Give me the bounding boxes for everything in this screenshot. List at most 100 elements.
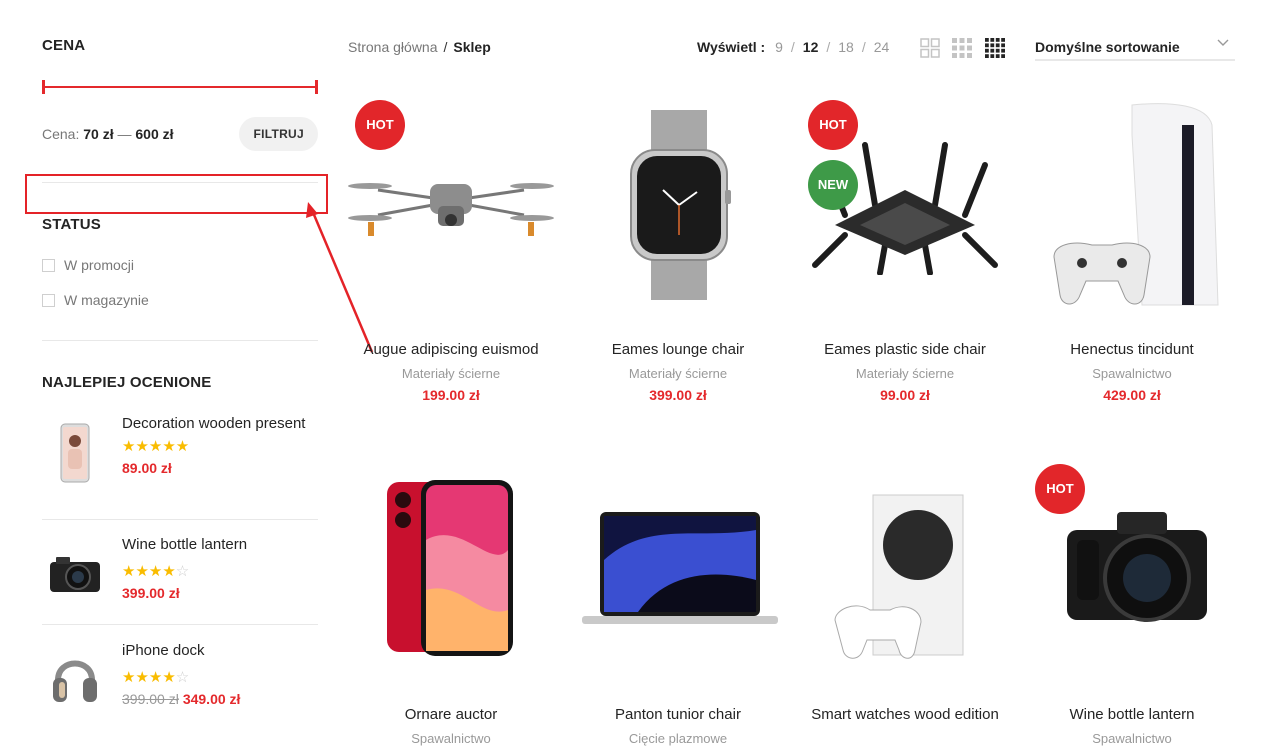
status-option-on-sale[interactable]: W promocji — [42, 257, 134, 273]
product-name[interactable]: Wine bottle lantern — [1027, 705, 1237, 725]
top-rated-item: Wine bottle lantern ★★★★☆ 399.00 zł — [42, 535, 318, 615]
top-rated-price: 399.00 zł 349.00 zł — [122, 691, 312, 707]
product-price: 99.00 zł — [880, 387, 930, 403]
rating-stars: ★★★★☆ — [122, 563, 190, 580]
status-option-in-stock[interactable]: W magazynie — [42, 292, 149, 308]
product-card[interactable]: HOT Wine bottle lantern Spawalnictwo — [1027, 455, 1237, 746]
price-label: Cena: — [42, 126, 80, 142]
checkbox[interactable] — [42, 293, 55, 307]
per-page-option[interactable]: 9 — [775, 39, 783, 55]
breadcrumb-current: Sklep — [453, 39, 491, 55]
product-category[interactable]: Spawalnictwo — [1027, 731, 1237, 746]
product-card[interactable]: Eames lounge chair Materiały ścierne 399… — [573, 90, 783, 403]
camera-icon[interactable]: HOT — [1027, 455, 1237, 685]
top-rated-price: 399.00 zł — [122, 585, 180, 601]
product-name[interactable]: Eames plastic side chair — [800, 340, 1010, 360]
chevron-down-icon — [1217, 39, 1229, 46]
drone-icon[interactable]: HOT — [346, 90, 556, 320]
sort-select[interactable]: Domyślne sortowanie — [1035, 34, 1235, 61]
product-category[interactable]: Spawalnictwo — [346, 731, 556, 746]
checkbox[interactable] — [42, 258, 55, 272]
per-page-option-active[interactable]: 12 — [803, 39, 819, 55]
product-price: 399.00 zł — [649, 387, 707, 403]
top-rated-info: iPhone dock ★★★★☆ 399.00 zł 349.00 zł — [122, 641, 312, 707]
price-slider-track — [42, 86, 318, 88]
per-page-option[interactable]: 18 — [838, 39, 854, 55]
old-price: 399.00 zł — [122, 691, 179, 707]
filter-button[interactable]: FILTRUJ — [239, 117, 318, 151]
product-name[interactable]: Eames lounge chair — [573, 340, 783, 360]
laptop-icon[interactable] — [573, 455, 783, 685]
top-rated-name[interactable]: iPhone dock — [122, 641, 312, 661]
price-range-text: Cena: 70 zł — 600 zł — [42, 126, 174, 142]
price-slider-min-handle[interactable] — [42, 80, 45, 94]
grid-4-icon[interactable] — [984, 38, 1006, 58]
product-card[interactable]: HOT Augue adipiscing euismod Materiały ś… — [346, 90, 556, 403]
top-rated-info: Wine bottle lantern ★★★★☆ 399.00 zł — [122, 535, 312, 601]
smartwatch-icon[interactable] — [573, 90, 783, 320]
product-price: 199.00 zł — [422, 387, 480, 403]
top-rated-item: iPhone dock ★★★★☆ 399.00 zł 349.00 zł — [42, 641, 318, 721]
hot-badge: HOT — [1035, 464, 1085, 514]
console-icon[interactable] — [800, 455, 1010, 685]
product-card[interactable]: Ornare auctor Spawalnictwo — [346, 455, 556, 746]
product-category[interactable]: Materiały ścierne — [800, 366, 1010, 381]
top-rated-name[interactable]: Decoration wooden present — [122, 414, 312, 434]
top-rated-info: Decoration wooden present ★★★★★ 89.00 zł — [122, 414, 312, 476]
product-name[interactable]: Augue adipiscing euismod — [346, 340, 556, 360]
status-option-label: W promocji — [64, 257, 135, 273]
new-badge: NEW — [808, 160, 858, 210]
product-category[interactable]: Spawalnictwo — [1027, 366, 1237, 381]
product-name[interactable]: Henectus tincidunt — [1027, 340, 1237, 360]
grid-3-icon[interactable] — [952, 38, 972, 58]
phone-icon[interactable] — [346, 455, 556, 685]
divider — [42, 519, 318, 520]
breadcrumb-home[interactable]: Strona główna — [348, 39, 438, 55]
hot-badge: HOT — [808, 100, 858, 150]
per-page-option[interactable]: 24 — [874, 39, 890, 55]
annotation-highlight-box — [25, 174, 328, 214]
status-filter-title: STATUS — [42, 216, 101, 233]
price-slider[interactable] — [42, 80, 318, 94]
product-category[interactable]: Materiały ścierne — [573, 366, 783, 381]
product-category[interactable]: Cięcie plazmowe — [573, 731, 783, 746]
sort-select-value: Domyślne sortowanie — [1035, 39, 1180, 55]
console-icon[interactable] — [1027, 90, 1237, 320]
per-page-label: Wyświetl : — [697, 39, 766, 55]
sale-price: 349.00 zł — [182, 691, 241, 707]
phone-icon[interactable] — [42, 420, 108, 486]
product-name[interactable]: Panton tunior chair — [573, 705, 783, 725]
grid-2-icon[interactable] — [920, 38, 940, 58]
breadcrumb-separator: / — [443, 39, 448, 55]
breadcrumb: Strona główna / Sklep — [348, 39, 491, 55]
product-name[interactable]: Ornare auctor — [346, 705, 556, 725]
product-price: 429.00 zł — [1103, 387, 1161, 403]
price-filter-title: CENA — [42, 37, 86, 54]
camera-icon[interactable] — [42, 541, 108, 607]
product-card[interactable]: Panton tunior chair Cięcie plazmowe — [573, 455, 783, 746]
status-option-label: W magazynie — [64, 292, 149, 308]
rating-stars: ★★★★★ — [122, 438, 190, 455]
divider — [42, 340, 318, 341]
per-page-selector: Wyświetl : 9/12/18/24 — [697, 39, 890, 55]
top-rated-title: NAJLEPIEJ OCENIONE — [42, 374, 212, 391]
top-rated-price: 89.00 zł — [122, 460, 172, 476]
rating-stars: ★★★★☆ — [122, 669, 190, 686]
top-rated-name[interactable]: Wine bottle lantern — [122, 535, 312, 555]
price-slider-max-handle[interactable] — [315, 80, 318, 94]
top-rated-item: Decoration wooden present ★★★★★ 89.00 zł — [42, 414, 318, 514]
product-category[interactable]: Materiały ścierne — [346, 366, 556, 381]
product-card[interactable]: Smart watches wood edition — [800, 455, 1010, 725]
headphones-icon[interactable] — [42, 645, 108, 711]
view-switcher — [920, 38, 1006, 58]
price-max: 600 zł — [135, 126, 174, 142]
router-icon[interactable]: HOT NEW — [800, 90, 1010, 320]
product-card[interactable]: HOT NEW Eames plastic side chair Materia… — [800, 90, 1010, 403]
product-card[interactable]: Henectus tincidunt Spawalnictwo 429.00 z… — [1027, 90, 1237, 403]
price-row: Cena: 70 zł — 600 zł FILTRUJ — [42, 117, 318, 151]
price-min: 70 zł — [83, 126, 114, 142]
price-dash: — — [117, 126, 132, 142]
divider — [42, 624, 318, 625]
product-name[interactable]: Smart watches wood edition — [800, 705, 1010, 725]
hot-badge: HOT — [355, 100, 405, 150]
